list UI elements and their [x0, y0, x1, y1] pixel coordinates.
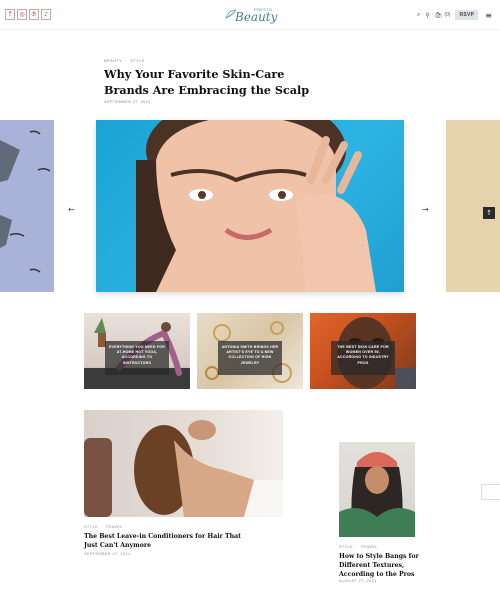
side-widget-tab[interactable]	[481, 484, 500, 500]
category-separator: ·	[125, 58, 128, 63]
social-links: f ◎ ℗ ♪	[5, 9, 51, 20]
category-link-beauty[interactable]: BEAUTY	[104, 58, 122, 63]
user-icon[interactable]: ⚲	[425, 12, 429, 19]
post-image-bangs[interactable]	[339, 442, 415, 537]
category-link-style[interactable]: STYLE	[339, 545, 353, 549]
curly-hair-woman-image	[84, 420, 283, 517]
card-overlay-text: The Best Skin Care for Women Over 50, Ac…	[331, 341, 395, 375]
carousel-prev-arrow-icon[interactable]: ←	[68, 205, 75, 214]
tiktok-icon[interactable]: ♪	[41, 9, 51, 20]
eyelash-curler-image	[0, 130, 51, 273]
article-title[interactable]: Why Your Favorite Skin-Care Brands Are E…	[104, 66, 324, 98]
post-image-curly-hair[interactable]	[84, 410, 283, 517]
article-date: SEPTEMBER 27, 2021	[104, 99, 151, 104]
post-date: AUGUST 27, 2021	[339, 579, 377, 583]
card-overlay-text: Everything You Need for At-Home Hot Yoga…	[105, 341, 169, 375]
search-icon[interactable]: ⌕	[417, 11, 420, 19]
card-overlay-text: Antonia Smith Brings Her Artist's Eye to…	[218, 341, 282, 375]
carousel-slide-next[interactable]	[446, 120, 500, 292]
menu-icon[interactable]: ≡	[485, 11, 492, 20]
carousel-next-arrow-icon[interactable]: →	[422, 205, 429, 214]
category-link-style[interactable]: STYLE	[130, 58, 145, 63]
category-link-style[interactable]: STYLE	[84, 525, 98, 529]
cart-count: (0)	[444, 12, 451, 18]
post-categories: STYLE · TRAVEL	[84, 525, 123, 529]
woman-portrait-image	[136, 120, 376, 292]
category-link-travel[interactable]: TRAVEL	[361, 545, 378, 549]
carousel-slide-active[interactable]	[96, 120, 404, 292]
site-header: f ◎ ℗ ♪ PRESTO Beauty ⌕ ⚲ 🛍 (0) RSVP ≡	[0, 0, 500, 30]
post-title[interactable]: The Best Leave-in Conditioners for Hair …	[84, 532, 254, 550]
site-logo[interactable]: PRESTO Beauty	[225, 6, 278, 24]
instagram-icon[interactable]: ◎	[17, 9, 27, 20]
facebook-icon[interactable]: f	[5, 9, 15, 20]
category-separator: ·	[101, 525, 103, 529]
scroll-to-top-icon[interactable]: ↑	[483, 207, 495, 219]
category-link-travel[interactable]: TRAVEL	[106, 525, 123, 529]
pinterest-icon[interactable]: ℗	[29, 9, 39, 20]
card-skin-care[interactable]: The Best Skin Care for Women Over 50, Ac…	[310, 313, 416, 389]
card-yoga[interactable]: Everything You Need for At-Home Hot Yoga…	[84, 313, 190, 389]
article-categories: BEAUTY · STYLE	[104, 58, 145, 63]
rsvp-button[interactable]: RSVP	[455, 10, 479, 20]
post-categories: STYLE · TRAVEL	[339, 545, 378, 549]
carousel-slide-prev[interactable]	[0, 120, 54, 292]
card-jewelry[interactable]: Antonia Smith Brings Her Artist's Eye to…	[197, 313, 303, 389]
cart-icon[interactable]: 🛍	[435, 12, 443, 19]
woman-in-headscarf-image	[339, 452, 415, 537]
category-separator: ·	[356, 545, 358, 549]
header-actions: ⌕ ⚲ 🛍 (0) RSVP ≡	[417, 10, 492, 20]
logo-main-text: Beauty	[235, 10, 278, 24]
post-title[interactable]: How to Style Bangs for Different Texture…	[339, 552, 419, 579]
post-date: SEPTEMBER 27, 2021	[84, 552, 131, 556]
